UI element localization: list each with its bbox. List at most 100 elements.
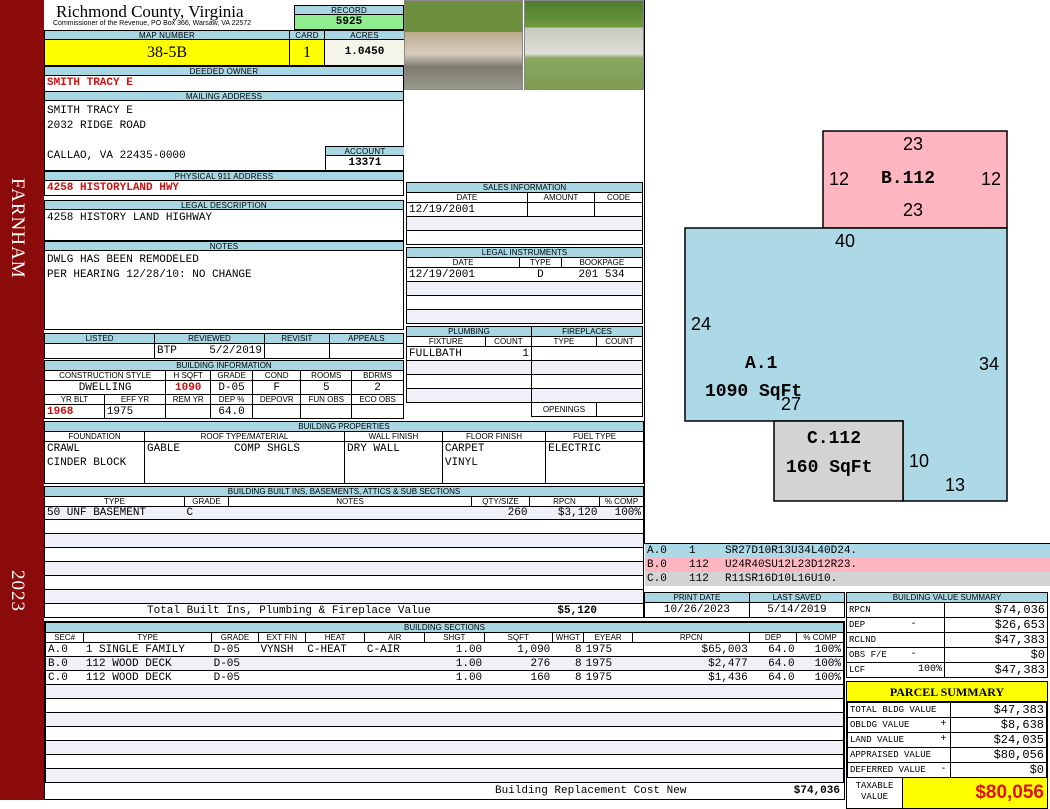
account-label: ACCOUNT (326, 147, 404, 156)
col-header: BOOKPAGE (560, 257, 644, 268)
owner-label: DEEDED OWNER (45, 67, 403, 76)
summary-row: RPCN $74,036 (846, 602, 1048, 618)
summary-label: OBLDG VALUE (847, 717, 939, 733)
reviewed-label: REVIEWED (154, 333, 265, 344)
instrument-type: D (537, 268, 544, 281)
value-summary-label: BUILDING VALUE SUMMARY (846, 592, 1048, 603)
col-header: FUN OBS (300, 394, 353, 405)
col-header: COND (251, 370, 302, 381)
acres-value: 1.0450 (325, 40, 404, 65)
legal-description: 4258 HISTORY LAND HIGHWAY (47, 212, 213, 224)
col-header: DEP % (210, 394, 253, 405)
parcel-box: MAP NUMBER CARD ACRES 38-5B 1 1.0450 (44, 30, 404, 66)
section-label: B.112 (881, 169, 936, 189)
building-sketch[interactable]: 23 12 B.112 12 23 40 24 34 A.1 1090 SqFt… (644, 0, 1050, 544)
col-header: NOTES (228, 496, 472, 507)
builtin-notes (228, 506, 472, 520)
building-info-value (300, 404, 353, 419)
summary-label: APPRAISED VALUE (847, 747, 939, 763)
col-header: SHGT (424, 632, 485, 643)
instruments-label: LEGAL INSTRUMENTS (406, 247, 643, 258)
section-cell: $2,477 (632, 656, 750, 671)
sketch-vector-row: A.0 1 SR27D10R13U34L40D24. (645, 544, 1050, 558)
dimension-label: 34 (979, 354, 1000, 374)
col-header: H SQFT (165, 370, 212, 381)
building-info-value: F (251, 380, 302, 395)
vector-path: U24R40SU12L23D12R23. (725, 559, 858, 571)
section-cell: 160 (484, 670, 553, 685)
notes-box: NOTES DWLG HAS BEEN REMODELED PER HEARIN… (44, 241, 404, 330)
col-header: EXT FIN (257, 632, 306, 643)
col-header: CODE (594, 192, 643, 203)
building-info-value: DWELLING (43, 380, 167, 395)
summary-label: RCLND (846, 632, 909, 648)
reviewed-date: 5/2/2019 (209, 345, 262, 357)
wall-finish: DRY WALL (344, 441, 443, 484)
section-cell: 1.00 (424, 642, 485, 657)
col-header: RPCN (632, 632, 751, 643)
col-header: GRADE (210, 370, 253, 381)
section-row (45, 684, 844, 699)
section-cell: 100% (796, 656, 844, 671)
building-info-value: 1968 (44, 404, 105, 419)
openings-label: OPENINGS (530, 402, 597, 417)
builtin-qty: 260 (471, 506, 530, 520)
builtins-label: BUILDING BUILT INS, BASEMENTS, ATTICS & … (44, 486, 644, 497)
building-info-value: D-05 (210, 380, 253, 395)
section-cell (305, 670, 365, 685)
summary-label: OBS F/E (846, 647, 909, 663)
summary-row: DEFERRED VALUE - $0 (847, 762, 1048, 778)
physical-label: PHYSICAL 911 ADDRESS (45, 172, 403, 181)
dimension-label: 10 (909, 451, 930, 471)
sketch-vector-row: B.0 112 U24R40SU12L23D12R23. (645, 558, 1050, 572)
physical-address-box: PHYSICAL 911 ADDRESS 4258 HISTORYLAND HW… (44, 171, 404, 196)
dimension-label: 24 (691, 314, 712, 334)
sale-amount (526, 202, 596, 217)
parcel-summary-label: PARCEL SUMMARY (847, 682, 1047, 702)
summary-row: TOTAL BLDG VALUE $47,383 (847, 702, 1048, 718)
col-header: RPCN (529, 496, 600, 507)
property-photo[interactable] (404, 0, 523, 90)
summary-sign: + (938, 717, 951, 733)
section-cell: 1,090 (484, 642, 553, 657)
summary-label: DEFERRED VALUE (847, 762, 939, 778)
vector-code: 1 (689, 545, 696, 557)
section-cell: D-05 (211, 642, 259, 657)
col-header: ROOMS (300, 370, 353, 381)
replacement-label: Building Replacement Cost New (495, 785, 687, 797)
col-header: TYPE (83, 632, 213, 643)
section-cell: A.0 (44, 642, 84, 657)
building-info: BUILDING INFORMATION CONSTRUCTION STYLE H… (43, 360, 404, 419)
summary-sign: + (938, 732, 951, 748)
summary-value: $47,383 (949, 702, 1048, 718)
sales-table: SALES INFORMATION DATE AMOUNT CODE 12/19/2… (406, 182, 643, 245)
col-header: AMOUNT (526, 192, 596, 203)
col-header: TYPE (519, 257, 562, 268)
dimension-label: 23 (903, 200, 924, 220)
section-row (45, 726, 844, 741)
floor-finish: CARPET (444, 443, 485, 455)
office-address: Commissioner of the Revenue, PO Box 366,… (53, 20, 252, 27)
summary-row: OBLDG VALUE + $8,638 (847, 717, 1048, 733)
building-info-label: BUILDING INFORMATION (44, 360, 404, 371)
note-line: PER HEARING 12/28/10: NO CHANGE (47, 269, 252, 281)
property-photo[interactable] (524, 0, 644, 90)
col-header: FUEL TYPE (545, 431, 644, 442)
section-cell: 8 (552, 642, 584, 657)
reviewer: BTP (157, 345, 177, 357)
taxable-label: VALUE (860, 792, 888, 802)
summary-sign: - (908, 617, 945, 633)
mailing-line1: SMITH TRACY E (47, 105, 133, 117)
note-line: DWLG HAS BEEN REMODELED (47, 254, 199, 266)
legal-box: LEGAL DESCRIPTION 4258 HISTORY LAND HIGH… (44, 200, 404, 241)
col-header: COUNT (595, 336, 644, 347)
summary-row: OBS F/E - $0 (846, 647, 1048, 663)
vector-path: SR27D10R13U34L40D24. (725, 545, 858, 557)
summary-row: DEP - $26,653 (846, 617, 1048, 633)
col-header: WALL FINISH (344, 431, 443, 442)
sketch-vector-row: C.0 112 R11SR16D10L16U10. (645, 572, 1050, 586)
col-header: DEP (749, 632, 798, 643)
parcel-summary: PARCEL SUMMARY TOTAL BLDG VALUE $47,383 OB… (846, 681, 1048, 809)
map-number: 38-5B (45, 40, 290, 65)
section-cell: 1.00 (424, 670, 485, 685)
